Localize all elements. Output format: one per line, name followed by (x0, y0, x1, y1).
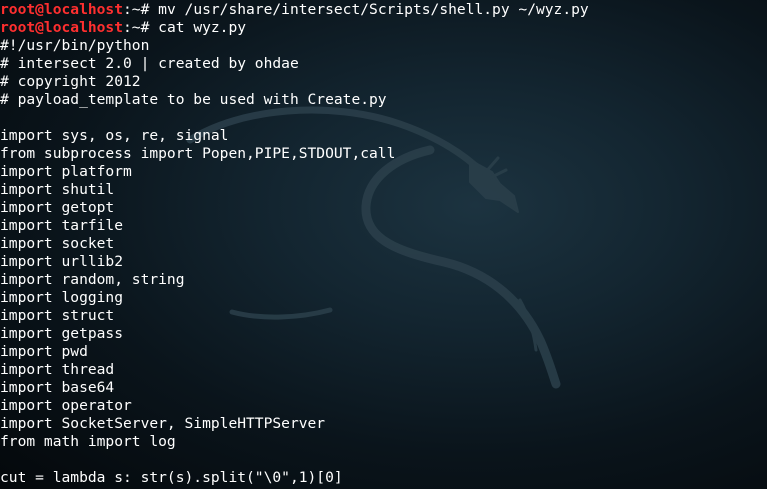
prompt-path: :~# (123, 19, 159, 36)
output-line: # intersect 2.0 | created by ohdae (0, 55, 299, 72)
output-line: import thread (0, 361, 115, 378)
output-line: # payload_template to be used with Creat… (0, 91, 387, 108)
output-line: import socket (0, 235, 115, 252)
output-line: import getpass (0, 325, 124, 342)
prompt-line: root@localhost:~# cat wyz.py (0, 19, 767, 37)
output-line: import pwd (0, 343, 88, 360)
output-line: import platform (0, 163, 132, 180)
output-line: cut = lambda s: str(s).split("\0",1)[0] (0, 469, 343, 486)
output-line: import tarfile (0, 217, 124, 234)
command-text: mv /usr/share/intersect/Scripts/shell.py… (158, 1, 589, 18)
output-line: import operator (0, 397, 132, 414)
output-line: import urllib2 (0, 253, 124, 270)
output-line: import getopt (0, 199, 115, 216)
output-line: import shutil (0, 181, 115, 198)
terminal-output[interactable]: root@localhost:~# mv /usr/share/intersec… (0, 1, 767, 487)
output-line: import sys, os, re, signal (0, 127, 229, 144)
prompt-path: :~# (123, 1, 159, 18)
output-line: from math import log (0, 433, 176, 450)
prompt-user-host: root@localhost (0, 1, 124, 18)
output-line: # copyright 2012 (0, 73, 141, 90)
output-line: import struct (0, 307, 115, 324)
output-line: from subprocess import Popen,PIPE,STDOUT… (0, 145, 396, 162)
prompt-user-host: root@localhost (0, 19, 124, 36)
output-line: #!/usr/bin/python (0, 37, 150, 54)
command-text: cat wyz.py (158, 19, 247, 36)
prompt-line: root@localhost:~# mv /usr/share/intersec… (0, 1, 767, 19)
output-line: import logging (0, 289, 124, 306)
output-line: import base64 (0, 379, 115, 396)
terminal-window[interactable]: root@localhost:~# mv /usr/share/intersec… (0, 0, 767, 489)
output-line: import random, string (0, 271, 185, 288)
output-line: import SocketServer, SimpleHTTPServer (0, 415, 326, 432)
